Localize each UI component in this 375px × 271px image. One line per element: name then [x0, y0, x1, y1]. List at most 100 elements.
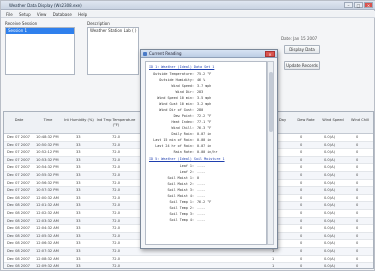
col-temperature[interactable]: Ind Tmp Temperature (°F)	[96, 118, 136, 127]
menu-help[interactable]: Help	[78, 12, 87, 17]
menu-view[interactable]: View	[37, 12, 47, 17]
reading-label: Soil Moist 3:	[167, 188, 194, 192]
table-cell: 33	[76, 188, 81, 193]
table-cell: 12:06:32 AM	[36, 241, 59, 246]
title-bar: Weather Data Display (Ws2308.exe) – □ ×	[1, 1, 375, 10]
reading-row: Daily Rain: 0.07 in	[150, 132, 212, 136]
table-cell: 0	[300, 218, 303, 223]
reading-label: Soil Temp 3:	[169, 212, 195, 216]
menu-bar: File Setup View Database Help	[1, 11, 375, 18]
current-reading-dialog: Current Reading × ID 1: Weather (Ideal) …	[140, 49, 278, 249]
reading-label: Daily Rain:	[171, 132, 194, 136]
dialog-scrollbar[interactable]	[267, 61, 274, 245]
dialog-close-button[interactable]: ×	[265, 51, 275, 57]
table-cell: 12:03:32 AM	[36, 218, 59, 223]
table-cell: 0	[356, 150, 359, 155]
table-cell: 12:09:32 AM	[36, 264, 59, 269]
table-cell: 33	[76, 150, 81, 155]
col-time[interactable]: Time	[34, 118, 62, 123]
col-date[interactable]: Date	[6, 118, 32, 123]
maximize-button[interactable]: □	[354, 2, 363, 8]
table-cell: 0	[300, 180, 303, 185]
col-wind-speed[interactable]: Wind Speed	[322, 118, 344, 123]
table-cell: 0	[356, 173, 359, 177]
table-row[interactable]: Dec 08 2007 12:07:32 AM 33 72.0 1 0 0.0(A) 0	[4, 248, 373, 256]
close-button[interactable]: ×	[364, 2, 373, 8]
table-row[interactable]: Dec 08 2007 12:09:32 AM 33 72.0 1 0 0.0(A) 0	[4, 263, 373, 269]
reading-value: ----	[197, 218, 206, 222]
table-cell: 0.0(A)	[324, 218, 335, 223]
reading-label: Soil Temp 2:	[169, 206, 195, 210]
reading-row: Last 24 hr of Rain: 0.07 in	[150, 144, 211, 148]
table-cell: 0	[356, 135, 359, 139]
description-list[interactable]: Weather Station Lab ( )	[87, 27, 139, 75]
table-cell: 12:04:32 AM	[36, 226, 59, 231]
section-heading[interactable]: ID 1: Weather (Ideal) Data Set 1	[149, 65, 214, 69]
reading-row: Soil Temp 4: ----	[150, 218, 206, 222]
description-item[interactable]: Weather Station Lab ( )	[88, 28, 138, 34]
reading-row: Dew Point: 72.2 °F	[150, 114, 212, 118]
table-cell: 72.0	[112, 203, 121, 208]
menu-database[interactable]: Database	[53, 12, 72, 17]
table-cell: 33	[76, 226, 81, 231]
table-cell: 0	[300, 165, 303, 170]
table-cell: 72.0	[112, 135, 121, 139]
table-cell: 0	[356, 195, 359, 200]
table-cell: 33	[76, 241, 81, 246]
reading-label: Last 15 min of Rain:	[153, 138, 194, 142]
description-label: Description	[87, 21, 110, 26]
col-wind-chill[interactable]: Wind Chill	[349, 118, 371, 123]
reading-value: ----	[197, 194, 206, 198]
update-records-button[interactable]: Update Records	[284, 61, 320, 70]
table-cell: 0	[300, 256, 303, 261]
table-row[interactable]: Dec 08 2007 12:08:32 AM 33 72.0 1 0 0.0(A) 0	[4, 256, 373, 264]
session-list[interactable]: Session 1	[5, 27, 75, 75]
reading-value: 0	[197, 176, 200, 180]
table-cell: Dec 07 2007	[7, 165, 30, 170]
table-cell: 0	[300, 233, 303, 238]
table-cell: Dec 07 2007	[7, 142, 30, 147]
table-cell: 0.0(A)	[324, 135, 335, 139]
display-data-button[interactable]: Display Data	[284, 45, 320, 54]
section-heading[interactable]: ID 5: Weather (Ideal) Soil Moisture 1	[149, 157, 225, 161]
table-cell: 72.0	[112, 218, 121, 223]
reading-label: Wind Dir:	[175, 90, 194, 94]
col-int-humidity[interactable]: Int Humidity (%)	[64, 118, 94, 123]
table-cell: 0.0(A)	[324, 249, 335, 253]
minimize-button[interactable]: –	[344, 2, 353, 8]
menu-file[interactable]: File	[6, 12, 13, 17]
table-cell: Dec 08 2007	[7, 203, 30, 208]
table-cell: 0	[356, 188, 359, 193]
reading-row: Soil Temp 2: ----	[150, 206, 206, 210]
reading-value: 3.5 mph	[197, 96, 212, 100]
table-cell: 0	[300, 211, 303, 215]
table-cell: 33	[76, 233, 81, 238]
menu-setup[interactable]: Setup	[19, 12, 31, 17]
reading-row: Soil Temp 3: ----	[150, 212, 206, 216]
table-cell: Dec 07 2007	[7, 135, 30, 139]
reading-label: Wind Speed:	[171, 84, 194, 88]
reading-row: Soil Temp 1: 76.2 °F	[150, 200, 212, 204]
window-title: Weather Data Display (Ws2308.exe)	[9, 3, 82, 8]
table-cell: 0.0(A)	[324, 180, 335, 185]
table-cell: 0.0(A)	[324, 211, 335, 215]
reading-label: Outside Humidity:	[159, 78, 194, 82]
reading-row: Leaf 1: ----	[150, 164, 205, 168]
reading-label: Soil Temp 1:	[169, 200, 195, 204]
table-cell: 0	[300, 249, 303, 253]
session-item[interactable]: Session 1	[6, 28, 74, 34]
reading-value: ----	[197, 170, 206, 174]
reading-value: ----	[197, 188, 206, 192]
reading-value: 0.00 in/hr	[197, 150, 218, 154]
scrollbar-thumb[interactable]	[269, 72, 273, 132]
col-dew-rate[interactable]: Dew Rate	[294, 118, 318, 123]
reading-value: ----	[197, 182, 206, 186]
table-cell: Dec 07 2007	[7, 173, 30, 177]
table-cell: 1	[272, 256, 275, 261]
reading-label: Soil Temp 4:	[169, 218, 195, 222]
table-cell: 10:54:32 PM	[36, 165, 59, 170]
table-cell: 33	[76, 211, 81, 215]
reading-row: Wind Speed: 3.7 mph	[150, 84, 212, 88]
reading-label: Dew Point:	[173, 114, 194, 118]
table-cell: 0.0(A)	[324, 256, 335, 261]
